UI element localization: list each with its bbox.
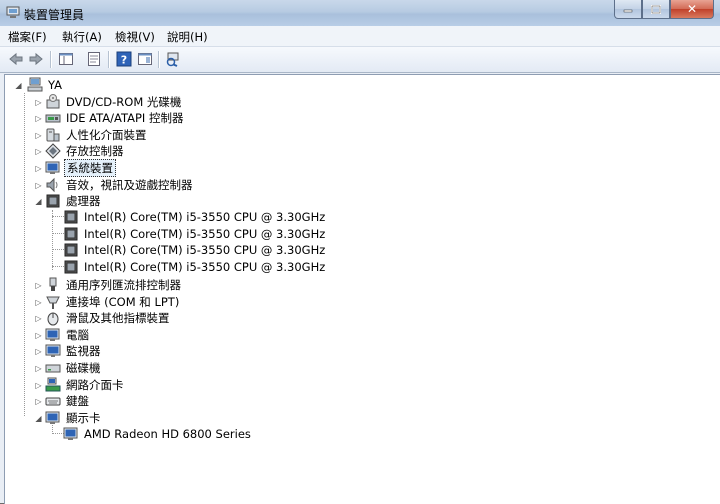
tree-category-mouse[interactable]: 滑鼠及其他指標裝置 [45, 310, 172, 326]
tree-category-disk[interactable]: 磁碟機 [45, 360, 103, 376]
speaker-icon [46, 177, 58, 193]
tree-category-monitor[interactable]: 監視器 [45, 343, 103, 359]
window-title: 裝置管理員 [24, 8, 85, 22]
expand-arrow-icon[interactable]: ▷ [34, 397, 43, 406]
expand-arrow-icon[interactable]: ▷ [34, 364, 43, 373]
hid-device-icon [46, 128, 60, 142]
toolbar: ? [0, 47, 720, 73]
tree-category-keyboard[interactable]: 鍵盤 [45, 393, 91, 409]
collapse-arrow-icon[interactable]: ◢ [34, 197, 43, 206]
processor-icon [64, 210, 78, 224]
processor-icon [64, 260, 78, 274]
storage-controller-icon [45, 143, 61, 159]
tree-category-dvd[interactable]: DVD/CD-ROM 光碟機 [45, 94, 183, 110]
tree-category-hid[interactable]: 人性化介面裝置 [45, 127, 149, 143]
usb-icon [49, 277, 57, 291]
tree-category-sound[interactable]: 音效，視訊及遊戲控制器 [45, 177, 195, 193]
toolbar-separator [158, 51, 160, 68]
processor-item[interactable]: Intel(R) Core(TM) i5-3550 CPU @ 3.30GHz [63, 242, 327, 258]
processor-icon [46, 194, 60, 208]
maximize-button[interactable] [642, 0, 670, 19]
disk-drive-icon [45, 364, 61, 373]
processor-icon [64, 243, 78, 257]
expand-arrow-icon[interactable]: ▷ [34, 314, 43, 323]
expand-arrow-icon[interactable]: ▷ [34, 347, 43, 356]
menu-action[interactable]: 執行(A) [62, 29, 102, 45]
tree-category-system[interactable]: 系統裝置 [45, 159, 116, 177]
action-pane-icon[interactable] [137, 51, 153, 67]
forward-arrow-icon[interactable] [28, 51, 44, 67]
device-manager-icon [6, 6, 20, 18]
computer-icon [27, 77, 43, 92]
minimize-icon [623, 9, 633, 13]
collapse-arrow-icon[interactable]: ◢ [14, 81, 23, 90]
expand-arrow-icon[interactable]: ▷ [34, 381, 43, 390]
collapse-arrow-icon[interactable]: ◢ [34, 414, 43, 423]
expand-arrow-icon[interactable]: ▷ [34, 147, 43, 156]
menu-help[interactable]: 說明(H) [167, 29, 208, 45]
network-adapter-icon [45, 377, 61, 392]
processor-item[interactable]: Intel(R) Core(TM) i5-3550 CPU @ 3.30GHz [63, 209, 327, 225]
window-controls: ✕ [614, 0, 714, 19]
tree-category-network[interactable]: 網路介面卡 [45, 377, 126, 393]
expand-arrow-icon[interactable]: ▷ [34, 181, 43, 190]
menu-bar: 檔案(F) 執行(A) 檢視(V) 說明(H) [0, 26, 720, 47]
title-bar[interactable]: 裝置管理員 ✕ [0, 0, 720, 26]
monitor-icon [45, 344, 61, 357]
display-adapter-icon [45, 411, 60, 424]
ide-controller-icon [45, 114, 61, 123]
toolbar-separator [108, 51, 110, 68]
scan-hardware-changes-icon[interactable] [165, 51, 181, 67]
tree-category-storage[interactable]: 存放控制器 [45, 143, 126, 159]
tree-root-label: YA [48, 78, 62, 92]
minimize-button[interactable] [614, 0, 642, 19]
tree-category-usb[interactable]: 通用序列匯流排控制器 [45, 277, 183, 293]
tree-root-computer[interactable]: YA [27, 77, 64, 93]
menu-file[interactable]: 檔案(F) [8, 29, 47, 45]
mouse-icon [47, 312, 59, 326]
computer-icon [45, 328, 60, 341]
display-adapter-icon [63, 427, 78, 440]
expand-arrow-icon[interactable]: ▷ [34, 298, 43, 307]
menu-view[interactable]: 檢視(V) [115, 29, 155, 45]
display-adapter-item[interactable]: AMD Radeon HD 6800 Series [63, 426, 253, 442]
properties-icon[interactable] [86, 51, 102, 67]
processor-icon [64, 227, 78, 241]
maximize-icon [651, 4, 661, 14]
back-arrow-icon[interactable] [8, 51, 24, 67]
processor-item[interactable]: Intel(R) Core(TM) i5-3550 CPU @ 3.30GHz [63, 259, 327, 275]
expand-arrow-icon[interactable]: ▷ [34, 281, 43, 290]
dvd-drive-icon [46, 94, 60, 109]
help-icon[interactable]: ? [116, 51, 132, 67]
close-icon: ✕ [686, 2, 698, 16]
processor-item[interactable]: Intel(R) Core(TM) i5-3550 CPU @ 3.30GHz [63, 226, 327, 242]
tree-line [52, 210, 53, 270]
tree-category-ports[interactable]: 連接埠 (COM 和 LPT) [45, 294, 181, 310]
toolbar-separator [50, 51, 52, 68]
device-manager-window: 裝置管理員 ✕ 檔案(F) 執行(A) 檢視(V) 說明(H) ? ◢ YA ▷… [0, 0, 720, 504]
expand-arrow-icon[interactable]: ▷ [34, 164, 43, 173]
keyboard-icon [45, 397, 61, 406]
show-hide-console-tree-icon[interactable] [58, 51, 74, 67]
tree-category-computer[interactable]: 電腦 [45, 327, 91, 343]
port-icon [46, 296, 60, 309]
close-button[interactable]: ✕ [670, 0, 714, 19]
expand-arrow-icon[interactable]: ▷ [34, 131, 43, 140]
system-device-icon [45, 161, 60, 174]
tree-category-ide[interactable]: IDE ATA/ATAPI 控制器 [45, 110, 185, 126]
svg-text:?: ? [121, 54, 127, 67]
tree-line [24, 93, 25, 416]
tree-category-display[interactable]: 顯示卡 [45, 410, 103, 426]
selected-item-label: 系統裝置 [64, 159, 116, 177]
device-tree[interactable]: ◢ YA ▷ DVD/CD-ROM 光碟機 ▷ IDE ATA/ATAPI 控制… [4, 74, 720, 504]
expand-arrow-icon[interactable]: ▷ [34, 114, 43, 123]
expand-arrow-icon[interactable]: ▷ [34, 331, 43, 340]
tree-category-processor[interactable]: 處理器 [45, 193, 103, 209]
expand-arrow-icon[interactable]: ▷ [34, 98, 43, 107]
